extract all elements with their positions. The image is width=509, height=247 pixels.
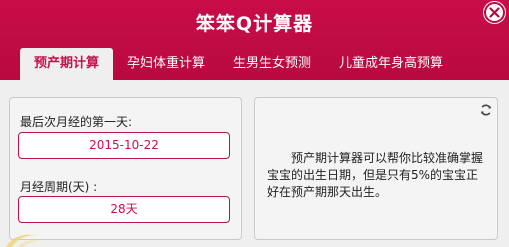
brand-swoosh-logo: [6, 234, 42, 247]
app-title: 笨笨Q计算器: [195, 13, 314, 35]
tab-child-height[interactable]: 儿童成年身高预算: [325, 48, 457, 80]
tab-bar: 预产期计算 孕妇体重计算 生男生女预测 儿童成年身高预算: [20, 48, 457, 80]
close-icon: [489, 7, 500, 18]
tab-pregnancy-weight[interactable]: 孕妇体重计算: [113, 48, 219, 80]
app-window: 笨笨Q计算器 预产期计算 孕妇体重计算 生男生女预测 儿童成年身高预算 最后次月…: [0, 0, 509, 247]
last-period-label: 最后次月经的第一天:: [20, 115, 133, 129]
tab-gender-prediction[interactable]: 生男生女预测: [219, 48, 325, 80]
tab-due-date[interactable]: 预产期计算: [20, 48, 114, 80]
refresh-icon[interactable]: [479, 103, 493, 117]
info-panel: 预产期计算器可以帮你比较准确掌握宝宝的出生日期，但是只有5%的宝宝正好在预产期那…: [254, 97, 498, 240]
info-text: 预产期计算器可以帮你比较准确掌握宝宝的出生日期，但是只有5%的宝宝正好在预产期那…: [267, 151, 484, 199]
cycle-field[interactable]: 28天: [18, 196, 230, 223]
close-button[interactable]: [484, 2, 505, 23]
last-period-field[interactable]: 2015-10-22: [18, 132, 230, 159]
cycle-label: 月经周期(天) :: [20, 180, 98, 194]
input-panel: 最后次月经的第一天: 2015-10-22 月经周期(天) : 28天: [9, 97, 242, 240]
header-bar: 笨笨Q计算器 预产期计算 孕妇体重计算 生男生女预测 儿童成年身高预算: [0, 0, 509, 80]
